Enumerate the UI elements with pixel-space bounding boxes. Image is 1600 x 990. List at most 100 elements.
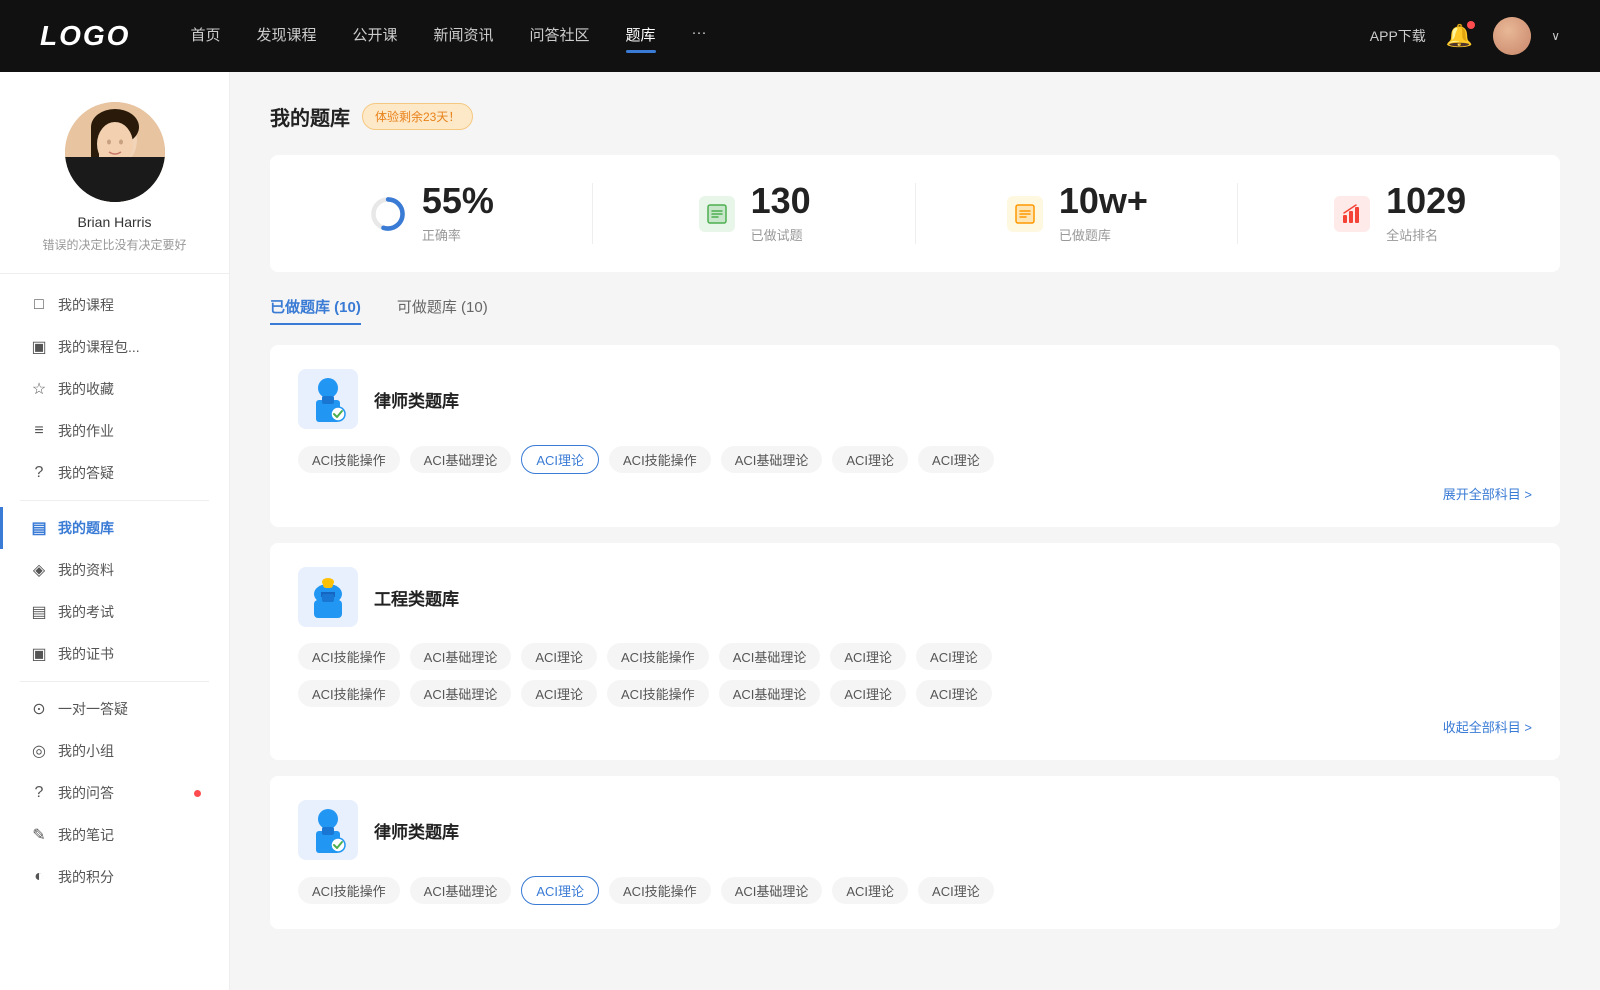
stat-icon-0 — [368, 194, 408, 234]
nav-item-···[interactable]: ··· — [692, 24, 707, 49]
quiz-bank-icon-0 — [298, 369, 358, 429]
quiz-tag-1-5[interactable]: ACI理论 — [830, 643, 906, 670]
quiz-tag-0-4[interactable]: ACI基础理论 — [721, 446, 823, 473]
tab-1[interactable]: 可做题库 (10) — [397, 296, 488, 325]
tab-0[interactable]: 已做题库 (10) — [270, 296, 361, 325]
quiz-bank-tags-1: ACI技能操作 ACI基础理论 ACI理论 ACI技能操作 ACI基础理论 ACI理论 AC… — [298, 643, 1532, 670]
nav-right: APP下载 🔔 ∨ — [1370, 17, 1560, 55]
quiz-tag-1-2[interactable]: ACI理论 — [521, 643, 597, 670]
quiz-tag-1-3[interactable]: ACI技能操作 — [607, 643, 709, 670]
quiz-tag-0-5[interactable]: ACI理论 — [832, 446, 908, 473]
quiz-bank-title-1: 工程类题库 — [374, 585, 459, 610]
sidebar-item-3[interactable]: ≡ 我的作业 — [0, 410, 229, 452]
quiz-tag-2-5[interactable]: ACI理论 — [832, 877, 908, 904]
nav-item-问答社区[interactable]: 问答社区 — [530, 24, 590, 49]
quiz-bank-expand-1[interactable]: 收起全部科目 > — [298, 717, 1532, 736]
nav-item-题库[interactable]: 题库 — [626, 24, 656, 49]
stat-icon-2 — [1005, 194, 1045, 234]
stat-icon-3 — [1332, 194, 1372, 234]
nav-item-公开课[interactable]: 公开课 — [352, 24, 397, 49]
quiz-tag-0-0[interactable]: ACI技能操作 — [298, 446, 400, 473]
sidebar-item-7[interactable]: ▤我的考试 — [0, 591, 229, 633]
sidebar-item-5[interactable]: ▤我的题库 — [0, 507, 229, 549]
avatar-image — [1493, 17, 1531, 55]
stat-text-0: 55%正确率 — [422, 183, 494, 244]
sidebar-label-7: 我的考试 — [58, 602, 114, 622]
sidebar-item-4[interactable]: ?我的答疑 — [0, 452, 229, 494]
sidebar-label-0: 我的课程 — [58, 295, 114, 315]
sidebar-item-1[interactable]: ▣我的课程包... — [0, 326, 229, 368]
sidebar-item-9[interactable]: ⊙ 一对一答疑 — [0, 688, 229, 730]
quiz-tag-0-6[interactable]: ACI理论 — [918, 446, 994, 473]
sidebar-label-8: 我的证书 — [58, 644, 114, 664]
quiz-tag-r2-1-1[interactable]: ACI基础理论 — [410, 680, 512, 707]
quiz-tag-2-6[interactable]: ACI理论 — [918, 877, 994, 904]
quiz-tag-r2-1-4[interactable]: ACI基础理论 — [719, 680, 821, 707]
sidebar-label-10: 我的小组 — [58, 741, 114, 761]
sidebar: Brian Harris 错误的决定比没有决定要好 □我的课程▣我的课程包...… — [0, 72, 230, 990]
nav-item-首页[interactable]: 首页 — [190, 24, 220, 49]
sidebar-label-11: 我的问答 — [58, 783, 114, 803]
user-name: Brian Harris — [78, 214, 152, 230]
quiz-tag-1-4[interactable]: ACI基础理论 — [719, 643, 821, 670]
nav-item-新闻资讯[interactable]: 新闻资讯 — [434, 24, 494, 49]
sidebar-item-11[interactable]: ?我的问答 — [0, 772, 229, 814]
sidebar-item-10[interactable]: ◎我的小组 — [0, 730, 229, 772]
quiz-tag-r2-1-5[interactable]: ACI理论 — [830, 680, 906, 707]
app-download-link[interactable]: APP下载 — [1370, 26, 1426, 46]
stat-value-3: 1029 — [1386, 183, 1466, 219]
quiz-bank-card-1: 工程类题库ACI技能操作ACI基础理论ACI理论ACI技能操作ACI基础理论AC… — [270, 543, 1560, 760]
quiz-tag-0-3[interactable]: ACI技能操作 — [609, 446, 711, 473]
quiz-tag-2-0[interactable]: ACI技能操作 — [298, 877, 400, 904]
quiz-tag-r2-1-0[interactable]: ACI技能操作 — [298, 680, 400, 707]
user-menu-chevron[interactable]: ∨ — [1551, 29, 1560, 43]
avatar — [65, 102, 165, 202]
sidebar-icon-3: ≡ — [30, 422, 48, 440]
quiz-tag-2-4[interactable]: ACI基础理论 — [721, 877, 823, 904]
stat-label-2: 已做题库 — [1059, 225, 1148, 244]
stat-item-1: 130已做试题 — [593, 183, 916, 244]
quiz-tag-2-2[interactable]: ACI理论 — [521, 876, 599, 905]
quiz-bank-title-2: 律师类题库 — [374, 818, 459, 843]
sidebar-item-8[interactable]: ▣我的证书 — [0, 633, 229, 675]
quiz-bank-icon-2 — [298, 800, 358, 860]
quiz-tag-2-3[interactable]: ACI技能操作 — [609, 877, 711, 904]
quiz-tag-1-1[interactable]: ACI基础理论 — [410, 643, 512, 670]
quiz-bank-icon-1 — [298, 567, 358, 627]
stat-item-3: 1029全站排名 — [1238, 183, 1560, 244]
quiz-tag-2-1[interactable]: ACI基础理论 — [410, 877, 512, 904]
logo[interactable]: LOGO — [40, 20, 130, 52]
questions-icon — [699, 196, 735, 232]
notification-bell[interactable]: 🔔 — [1446, 23, 1473, 49]
quiz-bank-expand-0[interactable]: 展开全部科目 > — [298, 484, 1532, 503]
page-layout: Brian Harris 错误的决定比没有决定要好 □我的课程▣我的课程包...… — [0, 72, 1600, 990]
sidebar-icon-9: ⊙ — [30, 699, 48, 719]
quiz-tag-1-6[interactable]: ACI理论 — [916, 643, 992, 670]
quiz-tag-r2-1-3[interactable]: ACI技能操作 — [607, 680, 709, 707]
sidebar-item-13[interactable]: ◐我的积分 — [0, 856, 229, 898]
quiz-tag-r2-1-2[interactable]: ACI理论 — [521, 680, 597, 707]
quiz-tag-0-2[interactable]: ACI理论 — [521, 445, 599, 474]
sidebar-label-3: 我的作业 — [58, 421, 114, 441]
sidebar-item-6[interactable]: ◈我的资料 — [0, 549, 229, 591]
tabs: 已做题库 (10) 可做题库 (10) — [270, 296, 1560, 325]
nav-item-发现课程[interactable]: 发现课程 — [256, 24, 316, 49]
sidebar-item-0[interactable]: □我的课程 — [0, 284, 229, 326]
quiz-tag-1-0[interactable]: ACI技能操作 — [298, 643, 400, 670]
rank-icon — [1334, 196, 1370, 232]
stat-text-2: 10w+已做题库 — [1059, 183, 1148, 244]
sidebar-item-2[interactable]: ☆我的收藏 — [0, 368, 229, 410]
banks-icon — [1007, 196, 1043, 232]
sidebar-label-6: 我的资料 — [58, 560, 114, 580]
sidebar-label-9: 一对一答疑 — [58, 699, 128, 719]
user-avatar[interactable] — [1493, 17, 1531, 55]
main-content: 我的题库 体验剩余23天！ 55%正确率 130已做试题 — [230, 72, 1600, 990]
sidebar-item-12[interactable]: ✎我的笔记 — [0, 814, 229, 856]
quiz-tag-0-1[interactable]: ACI基础理论 — [410, 446, 512, 473]
nav-menu: 首页 发现课程 公开课 新闻资讯 问答社区 题库 ··· — [190, 24, 1369, 49]
sidebar-label-2: 我的收藏 — [58, 379, 114, 399]
quiz-bank-card-2: 律师类题库 ACI技能操作 ACI基础理论 ACI理论 ACI技能操作 ACI基础理论 AC… — [270, 776, 1560, 929]
quiz-bank-header-0: 律师类题库 — [298, 369, 1532, 429]
quiz-tag-r2-1-6[interactable]: ACI理论 — [916, 680, 992, 707]
quiz-bank-header-1: 工程类题库 — [298, 567, 1532, 627]
